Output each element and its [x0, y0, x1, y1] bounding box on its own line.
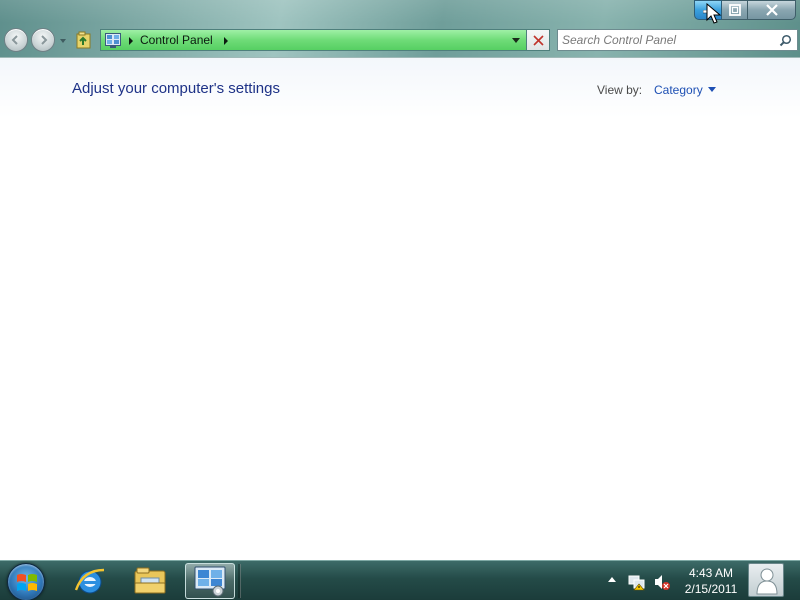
breadcrumb-chevron-icon[interactable]: [127, 36, 135, 46]
window-titlebar: Control Panel: [0, 0, 800, 58]
windows-logo-icon: [17, 574, 37, 591]
user-avatar-icon: [756, 568, 778, 595]
close-icon: [533, 35, 544, 46]
close-icon: [766, 4, 778, 16]
volume-muted-icon[interactable]: [653, 573, 671, 591]
search-icon[interactable]: [779, 34, 792, 47]
taskbar-internet-explorer[interactable]: [65, 563, 115, 599]
address-bar[interactable]: Control Panel: [100, 29, 526, 51]
view-by-dropdown[interactable]: Category: [654, 83, 703, 97]
address-dropdown-icon[interactable]: [511, 37, 521, 45]
breadcrumb-chevron-icon[interactable]: [222, 36, 230, 46]
taskbar-divider: [238, 564, 241, 598]
restore-button[interactable]: [722, 0, 748, 20]
user-avatar-button[interactable]: [748, 563, 784, 597]
mouse-cursor-icon: [706, 3, 722, 24]
control-panel-icon: [194, 566, 226, 597]
recent-pages-dropdown-icon[interactable]: [58, 36, 68, 46]
stop-button[interactable]: [526, 29, 550, 51]
back-arrow-icon: [11, 35, 18, 45]
clock-time[interactable]: 4:43 AM: [676, 566, 746, 580]
search-input[interactable]: [562, 32, 772, 48]
forward-arrow-icon: [41, 35, 48, 45]
windows-explorer-icon: [134, 567, 166, 594]
control-panel-icon: [105, 33, 121, 48]
page-title: Adjust your computer's settings: [72, 80, 280, 97]
breadcrumb-control-panel[interactable]: Control Panel: [140, 33, 213, 47]
clock-date[interactable]: 2/15/2011: [676, 582, 746, 596]
chevron-down-icon[interactable]: [708, 87, 716, 93]
up-folder-icon[interactable]: [76, 31, 92, 49]
control-panel-content: Adjust your computer's settings View by:…: [0, 58, 800, 560]
network-icon[interactable]: [628, 573, 646, 591]
show-hidden-icons-arrow[interactable]: [607, 575, 617, 583]
view-by-label: View by:: [597, 83, 643, 97]
search-box[interactable]: [557, 29, 798, 51]
close-button[interactable]: [748, 0, 796, 20]
back-button[interactable]: [4, 28, 28, 52]
internet-explorer-icon: [74, 568, 105, 594]
forward-button[interactable]: [31, 28, 55, 52]
restore-icon: [729, 4, 741, 16]
taskbar-windows-explorer[interactable]: [125, 563, 175, 599]
taskbar-control-panel[interactable]: [185, 563, 235, 599]
start-button[interactable]: [7, 563, 45, 600]
